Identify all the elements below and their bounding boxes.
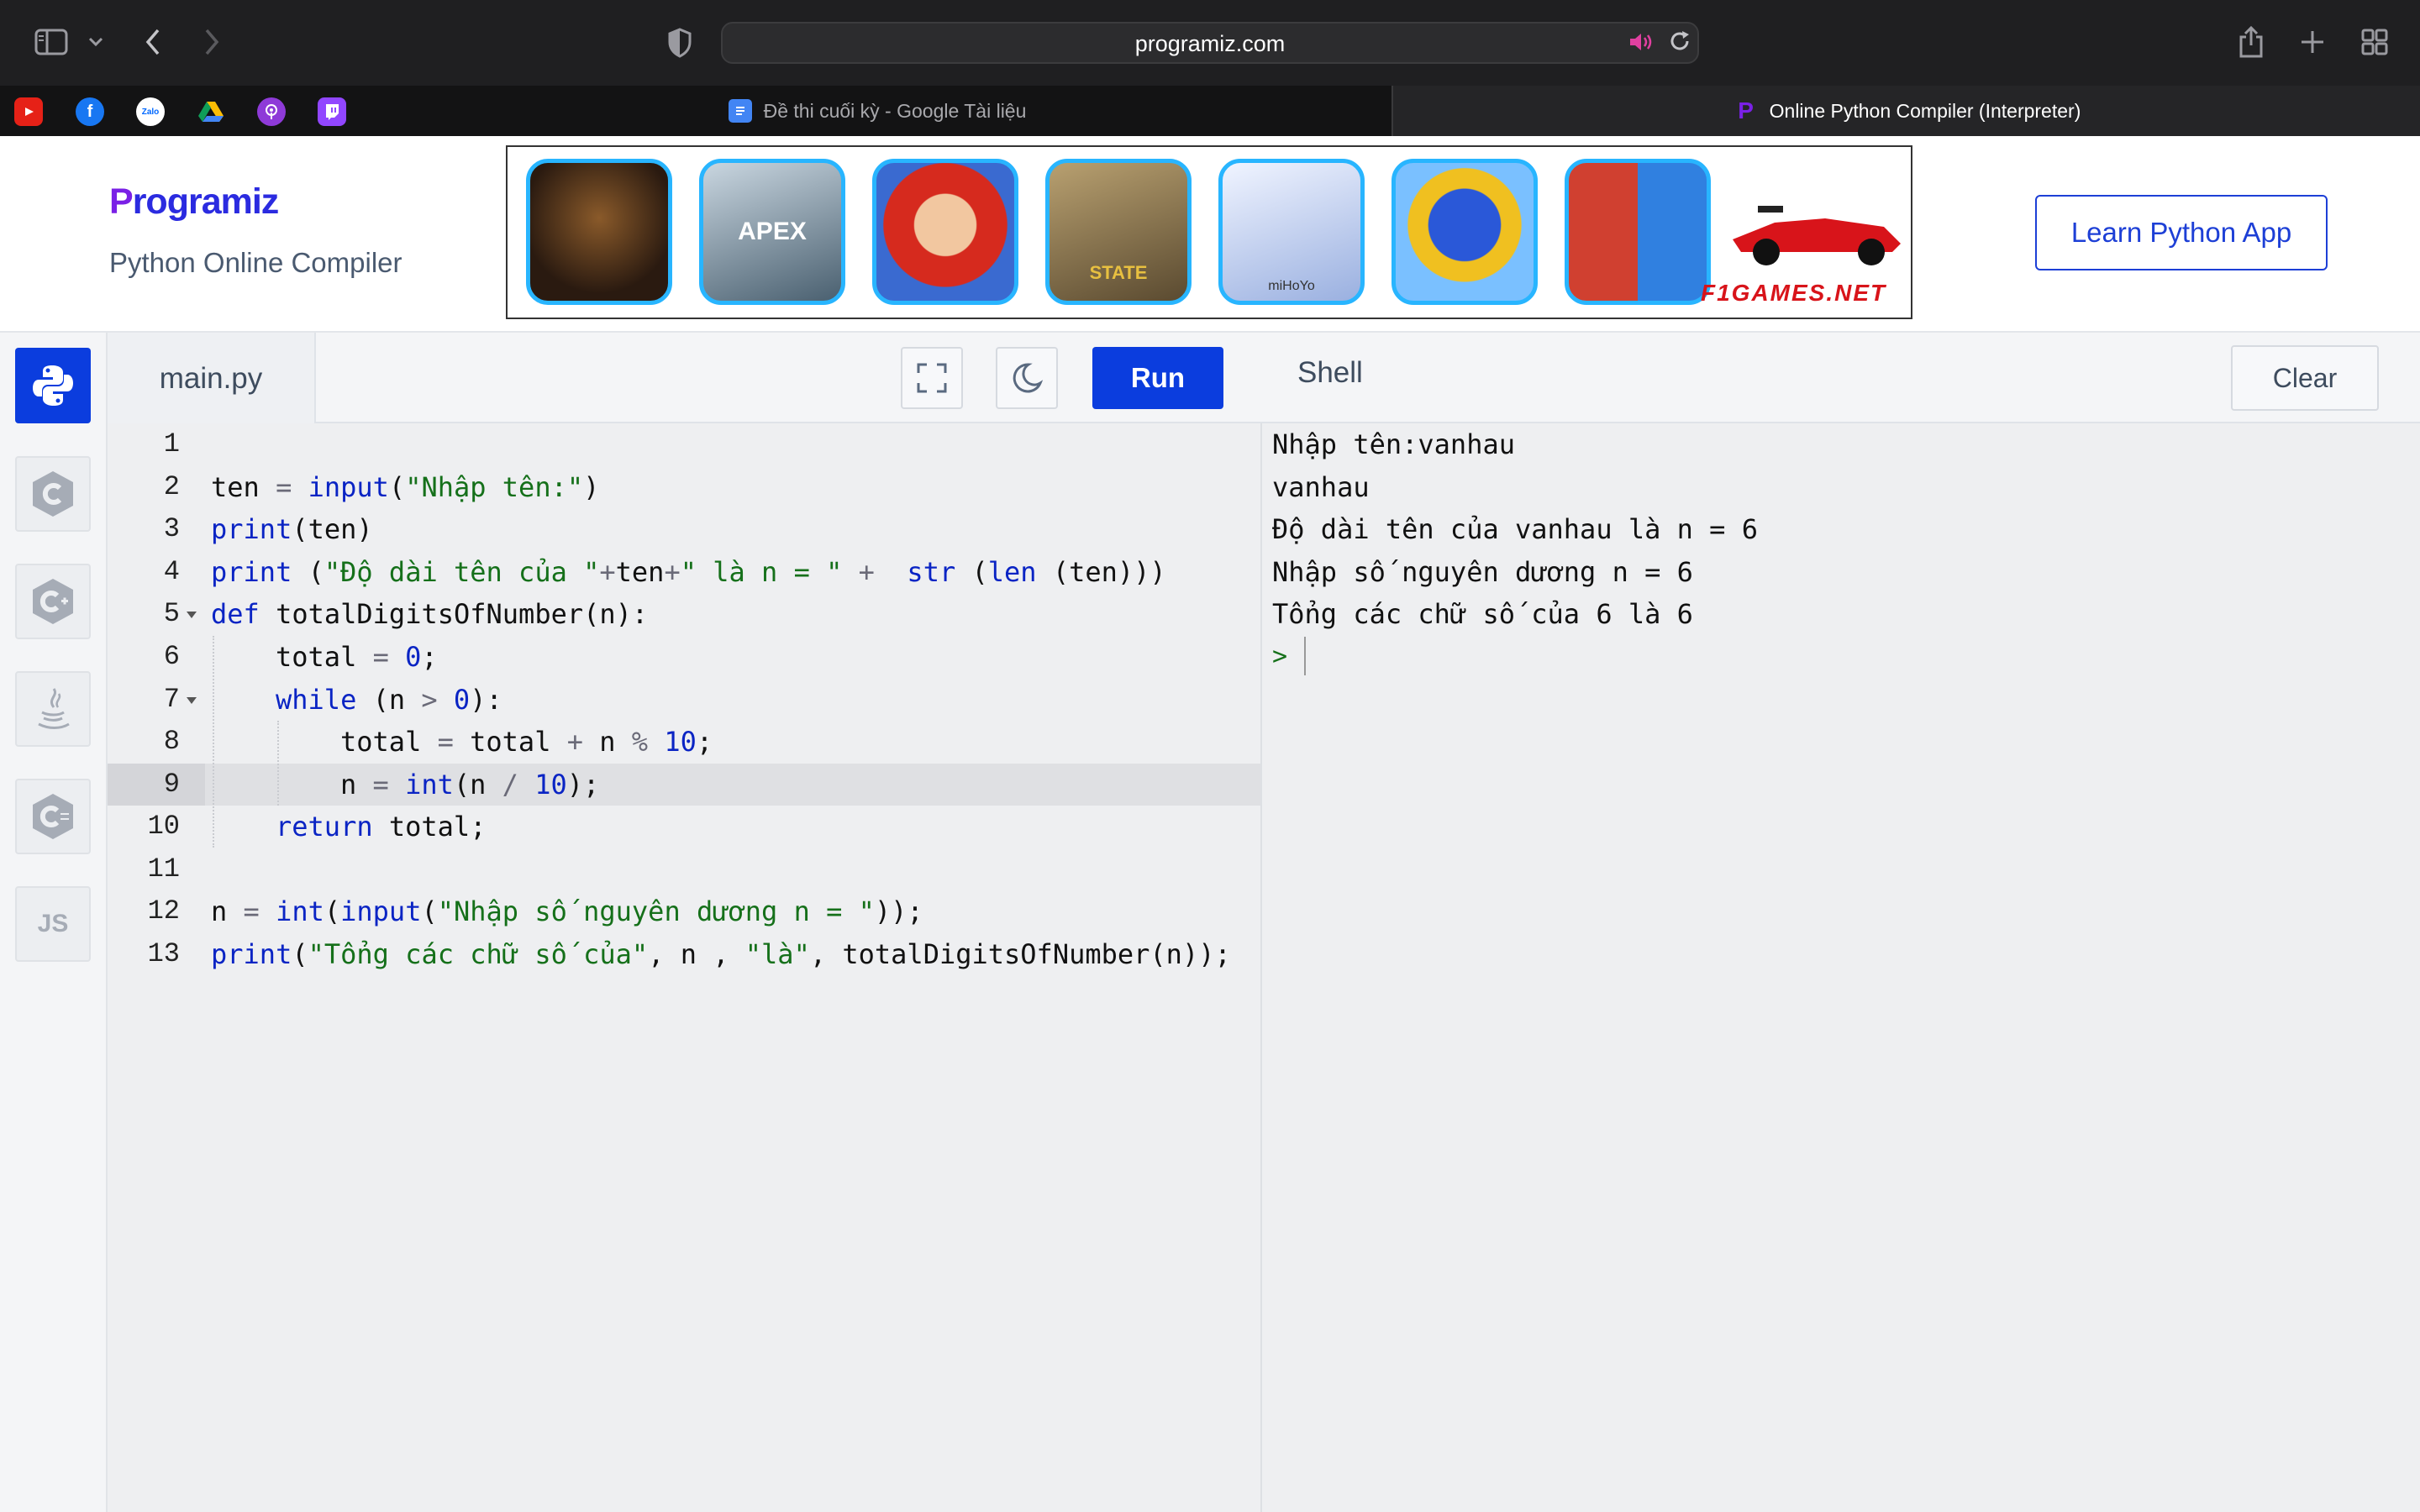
code-line[interactable]: n = int(n / 10); (340, 764, 599, 806)
podcasts-icon[interactable] (257, 97, 286, 126)
facebook-icon[interactable]: f (76, 97, 104, 126)
line-number: 4 (163, 556, 180, 587)
shell-input-caret[interactable] (1304, 637, 1306, 675)
line-number: 3 (163, 513, 180, 544)
zalo-icon[interactable]: Zalo (136, 97, 165, 126)
line-number: 13 (147, 938, 180, 969)
tab-programiz[interactable]: P Online Python Compiler (Interpreter) (1392, 86, 2420, 136)
ad-game-icon[interactable]: STATE (1045, 159, 1192, 305)
indent-guide (277, 721, 279, 806)
dark-mode-button[interactable] (996, 347, 1058, 409)
ad-game-icon[interactable]: miHoYo (1218, 159, 1365, 305)
fold-toggle-icon[interactable] (187, 697, 197, 704)
twitch-icon[interactable] (318, 97, 346, 126)
shell-output-line: Nhập số nguyên dương n = 6 (1272, 556, 1693, 588)
advertisement-banner[interactable]: APEX STATE miHoYo F1GAMES.NET (506, 145, 1912, 319)
back-icon[interactable] (138, 25, 168, 59)
share-icon[interactable] (2235, 24, 2267, 60)
java-icon (38, 688, 70, 729)
ad-brand-text: F1GAMES.NET (1701, 280, 1887, 306)
youtube-icon[interactable] (14, 97, 43, 126)
chevron-down-icon[interactable] (84, 30, 108, 54)
shell-output-line: Nhập tên:vanhau (1272, 428, 1515, 460)
line-number: 1 (163, 428, 180, 459)
privacy-shield-icon[interactable] (664, 25, 696, 60)
address-bar[interactable]: programiz.com (721, 22, 1699, 64)
line-number: 5 (163, 598, 180, 629)
line-number: 9 (163, 769, 180, 800)
language-javascript-button[interactable]: JS (15, 886, 91, 962)
language-python-button[interactable] (15, 348, 91, 423)
learn-python-app-button[interactable]: Learn Python App (2035, 195, 2328, 270)
language-java-button[interactable] (15, 671, 91, 747)
code-line[interactable]: return total; (276, 806, 486, 848)
google-docs-icon (728, 99, 752, 123)
shell-prompt: > (1272, 642, 1288, 671)
ad-game-icon[interactable] (1565, 159, 1711, 305)
sidebar-toggle-icon[interactable] (34, 27, 69, 57)
code-line[interactable]: print(ten) (211, 508, 373, 550)
new-tab-icon[interactable] (2297, 27, 2328, 57)
shell-output-line: vanhau (1272, 471, 1370, 503)
line-number: 12 (147, 895, 180, 927)
code-line[interactable]: while (n > 0): (276, 679, 502, 721)
language-csharp-button[interactable] (15, 779, 91, 854)
line-number: 11 (147, 853, 180, 885)
ad-game-icon[interactable] (872, 159, 1018, 305)
tab-overview-icon[interactable] (2360, 27, 2390, 57)
code-line[interactable]: print("Tổng các chữ số của", n , "là", t… (211, 933, 1231, 975)
reload-icon[interactable] (1665, 27, 1694, 55)
cpp-language-icon (33, 579, 73, 624)
clear-button[interactable]: Clear (2231, 345, 2379, 411)
line-number: 10 (147, 811, 180, 842)
ad-game-icon[interactable] (1392, 159, 1538, 305)
tab-google-docs[interactable]: Đề thi cuối kỳ - Google Tài liệu (363, 86, 1392, 136)
fullscreen-icon (917, 363, 947, 393)
python-icon (33, 365, 73, 406)
audio-playing-icon[interactable] (1627, 29, 1655, 55)
ad-game-icon[interactable] (526, 159, 672, 305)
line-number: 2 (163, 471, 180, 502)
indent-guide (213, 636, 214, 848)
active-line-highlight (108, 764, 1260, 806)
ad-race-car-image (1733, 206, 1901, 265)
csharp-language-icon (33, 794, 73, 839)
page-subtitle: Python Online Compiler (109, 247, 402, 278)
code-line[interactable]: def totalDigitsOfNumber(n): (211, 593, 648, 635)
code-line[interactable]: print ("Độ dài tên của "+ten+" là n = " … (211, 551, 1166, 593)
code-line[interactable]: total = 0; (276, 636, 438, 678)
forward-icon[interactable] (197, 25, 227, 59)
programiz-logo[interactable]: Programiz (109, 181, 279, 223)
tab-label: Online Python Compiler (Interpreter) (1769, 99, 2081, 122)
run-button[interactable]: Run (1092, 347, 1223, 409)
moon-icon (1013, 363, 1044, 393)
google-drive-icon[interactable] (197, 97, 225, 126)
file-tab-main-py[interactable]: main.py (108, 333, 316, 425)
language-cpp-button[interactable] (15, 564, 91, 639)
code-line[interactable]: ten = input("Nhập tên:") (211, 466, 599, 508)
fullscreen-button[interactable] (901, 347, 963, 409)
tab-label: Đề thi cuối kỳ - Google Tài liệu (763, 99, 1027, 122)
line-number: 6 (163, 641, 180, 672)
language-c-button[interactable] (15, 456, 91, 532)
shell-output-line: Tổng các chữ số của 6 là 6 (1272, 598, 1693, 630)
ad-game-icon[interactable]: APEX (699, 159, 845, 305)
shell-title: Shell (1297, 356, 1363, 389)
fold-toggle-icon[interactable] (187, 612, 197, 618)
line-number: 8 (163, 726, 180, 757)
c-language-icon (33, 471, 73, 517)
line-number: 7 (163, 684, 180, 715)
code-line[interactable]: n = int(input("Nhập số nguyên dương n = … (211, 890, 923, 932)
programiz-favicon-icon: P (1738, 97, 1754, 123)
shell-output-line: Độ dài tên của vanhau là n = 6 (1272, 513, 1758, 545)
code-line[interactable]: total = total + n % 10; (340, 721, 713, 763)
url-text[interactable]: programiz.com (723, 24, 1697, 64)
